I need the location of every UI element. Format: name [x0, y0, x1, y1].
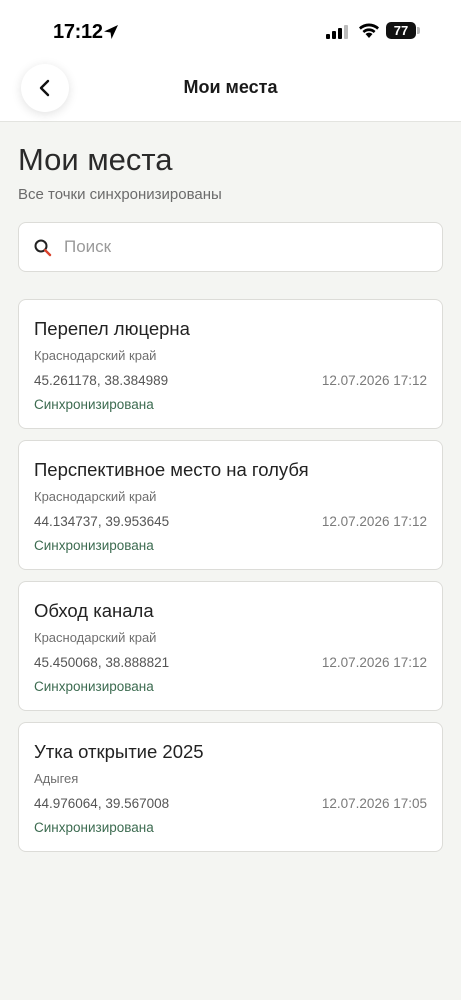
place-date: 12.07.2026 17:12 [321, 373, 427, 388]
place-region: Краснодарский край [34, 489, 157, 504]
place-region: Адыгея [34, 771, 79, 786]
place-coordinates: 45.450068, 38.888821 [34, 655, 170, 670]
place-title: Перспективное место на голубя [34, 459, 309, 480]
place-card[interactable]: Утка открытие 2025 Адыгея 44.976064, 39.… [18, 722, 443, 852]
location-arrow-icon [104, 25, 118, 39]
wifi-icon [359, 23, 379, 38]
place-title: Перепел люцерна [34, 318, 190, 339]
place-date: 12.07.2026 17:12 [321, 655, 427, 670]
place-title: Обход канала [34, 600, 154, 621]
nav-title: Мои места [183, 77, 278, 97]
page-title: Мои места [18, 142, 173, 177]
place-sync-status: Синхронизирована [34, 397, 154, 412]
place-region: Краснодарский край [34, 348, 157, 363]
places-list: Перепел люцерна Краснодарский край 45.26… [18, 299, 443, 863]
search-input[interactable] [64, 223, 424, 271]
cellular-signal-icon [326, 25, 348, 39]
nav-header: Мои места [0, 62, 461, 122]
place-date: 12.07.2026 17:05 [321, 796, 427, 811]
place-sync-status: Синхронизирована [34, 679, 154, 694]
place-coordinates: 44.134737, 39.953645 [34, 514, 170, 529]
search-box[interactable] [18, 222, 443, 272]
place-coordinates: 44.976064, 39.567008 [34, 796, 170, 811]
place-date: 12.07.2026 17:12 [321, 514, 427, 529]
search-icon [34, 239, 52, 257]
place-card[interactable]: Обход канала Краснодарский край 45.45006… [18, 581, 443, 711]
sync-status-subtitle: Все точки синхронизированы [18, 186, 222, 203]
status-time: 17:12 [53, 21, 103, 43]
place-sync-status: Синхронизирована [34, 538, 154, 553]
place-sync-status: Синхронизирована [34, 820, 154, 835]
place-title: Утка открытие 2025 [34, 741, 204, 762]
place-region: Краснодарский край [34, 630, 157, 645]
place-coordinates: 45.261178, 38.384989 [34, 373, 169, 388]
place-card[interactable]: Перспективное место на голубя Краснодарс… [18, 440, 443, 570]
place-card[interactable]: Перепел люцерна Краснодарский край 45.26… [18, 299, 443, 429]
battery-level: 77 [393, 23, 409, 38]
battery-cap [417, 27, 420, 34]
status-bar: 17:12 77 [0, 0, 461, 62]
